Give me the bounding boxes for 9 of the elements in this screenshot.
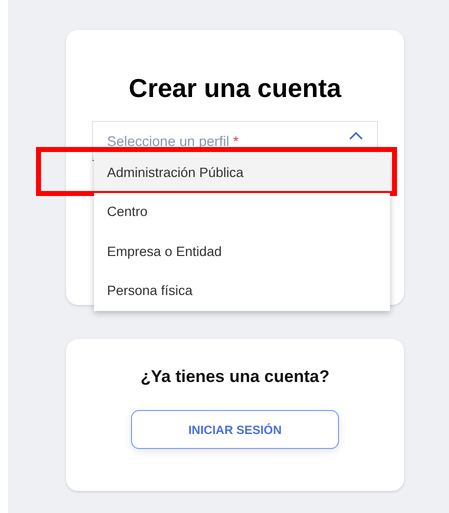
card-title: ¿Ya tienes una cuenta?: [140, 366, 330, 388]
menu-option[interactable]: Empresa o Entidad: [94, 232, 390, 272]
caret-icon: [349, 131, 363, 140]
card-title: Crear una cuenta: [128, 72, 342, 105]
placeholder-text: Seleccione un perfil *: [107, 132, 239, 151]
menu-option[interactable]: Persona física: [94, 272, 390, 311]
menu-option[interactable]: Administración Pública: [94, 153, 390, 192]
login-button[interactable]: INICIAR SESIÓN: [131, 410, 339, 449]
menu-option[interactable]: Centro: [94, 192, 390, 232]
